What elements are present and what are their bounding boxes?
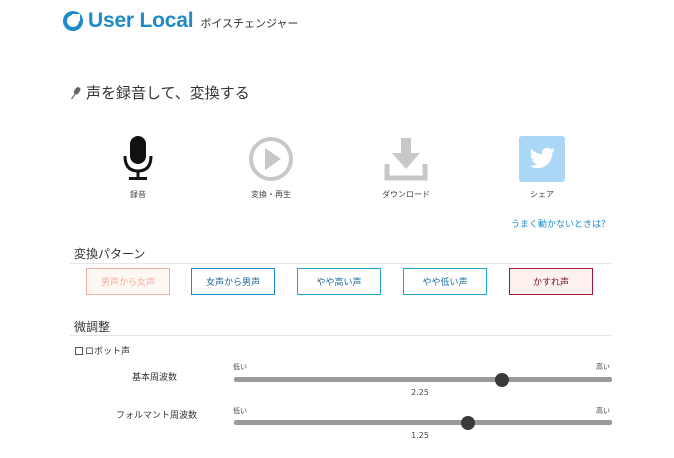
help-link[interactable]: うまく動かないときは？	[511, 217, 610, 230]
robot-voice-checkbox[interactable]: ロボット声	[75, 344, 130, 357]
pattern-slightly-high-button[interactable]: やや高い声	[297, 268, 381, 295]
formant-frequency-label: フォルマント周波数	[115, 411, 197, 421]
download-button[interactable]: ダウンロード	[361, 136, 451, 200]
base-frequency-low-label: 低い	[233, 363, 247, 371]
formant-frequency-high-label: 高い	[596, 407, 610, 415]
microphone-small-icon	[70, 86, 81, 99]
brand-name: User Local	[88, 9, 194, 32]
record-label: 録音	[130, 190, 146, 199]
twitter-icon	[519, 136, 565, 182]
record-button[interactable]: 録音	[93, 136, 183, 200]
app-subtitle: ボイスチェンジャー	[200, 16, 299, 30]
download-label: ダウンロード	[382, 190, 430, 199]
robot-voice-label: ロボット声	[85, 347, 131, 357]
base-frequency-value: 2.25	[411, 388, 429, 397]
fine-tune-title: 微調整	[74, 320, 111, 334]
patterns-title: 変換パターン	[74, 247, 146, 261]
base-frequency-label: 基本周波数	[131, 373, 177, 383]
logo[interactable]: User Local ボイスチェンジャー	[62, 9, 299, 33]
checkbox-box[interactable]	[75, 346, 83, 355]
share-button[interactable]: シェア	[497, 136, 587, 200]
formant-frequency-low-label: 低い	[233, 407, 247, 415]
user-local-logo-icon	[63, 11, 83, 31]
microphone-icon	[123, 136, 153, 180]
page-title-text: 声を録音して、変換する	[86, 84, 250, 102]
formant-frequency-slider-track[interactable]	[234, 420, 612, 425]
base-frequency-slider-track[interactable]	[234, 377, 612, 382]
pattern-female-to-male-button[interactable]: 女声から男声	[191, 268, 275, 295]
page-title: 声を録音して、変換する	[68, 82, 250, 103]
convert-play-label: 変換・再生	[251, 190, 291, 199]
formant-frequency-value: 1.25	[411, 431, 429, 440]
formant-frequency-slider-handle[interactable]	[461, 416, 476, 430]
play-icon	[249, 137, 293, 181]
share-label: シェア	[530, 190, 554, 199]
pattern-slightly-low-button[interactable]: やや低い声	[403, 268, 487, 295]
fine-tune-divider	[70, 335, 612, 336]
base-frequency-slider-handle[interactable]	[495, 373, 510, 387]
pattern-husky-button[interactable]: かすれ声	[509, 268, 593, 295]
convert-play-button[interactable]: 変換・再生	[226, 136, 316, 200]
patterns-divider	[70, 263, 612, 264]
base-frequency-high-label: 高い	[596, 363, 610, 371]
pattern-male-to-female-button[interactable]: 男声から女声	[86, 268, 170, 295]
download-icon	[384, 138, 428, 181]
